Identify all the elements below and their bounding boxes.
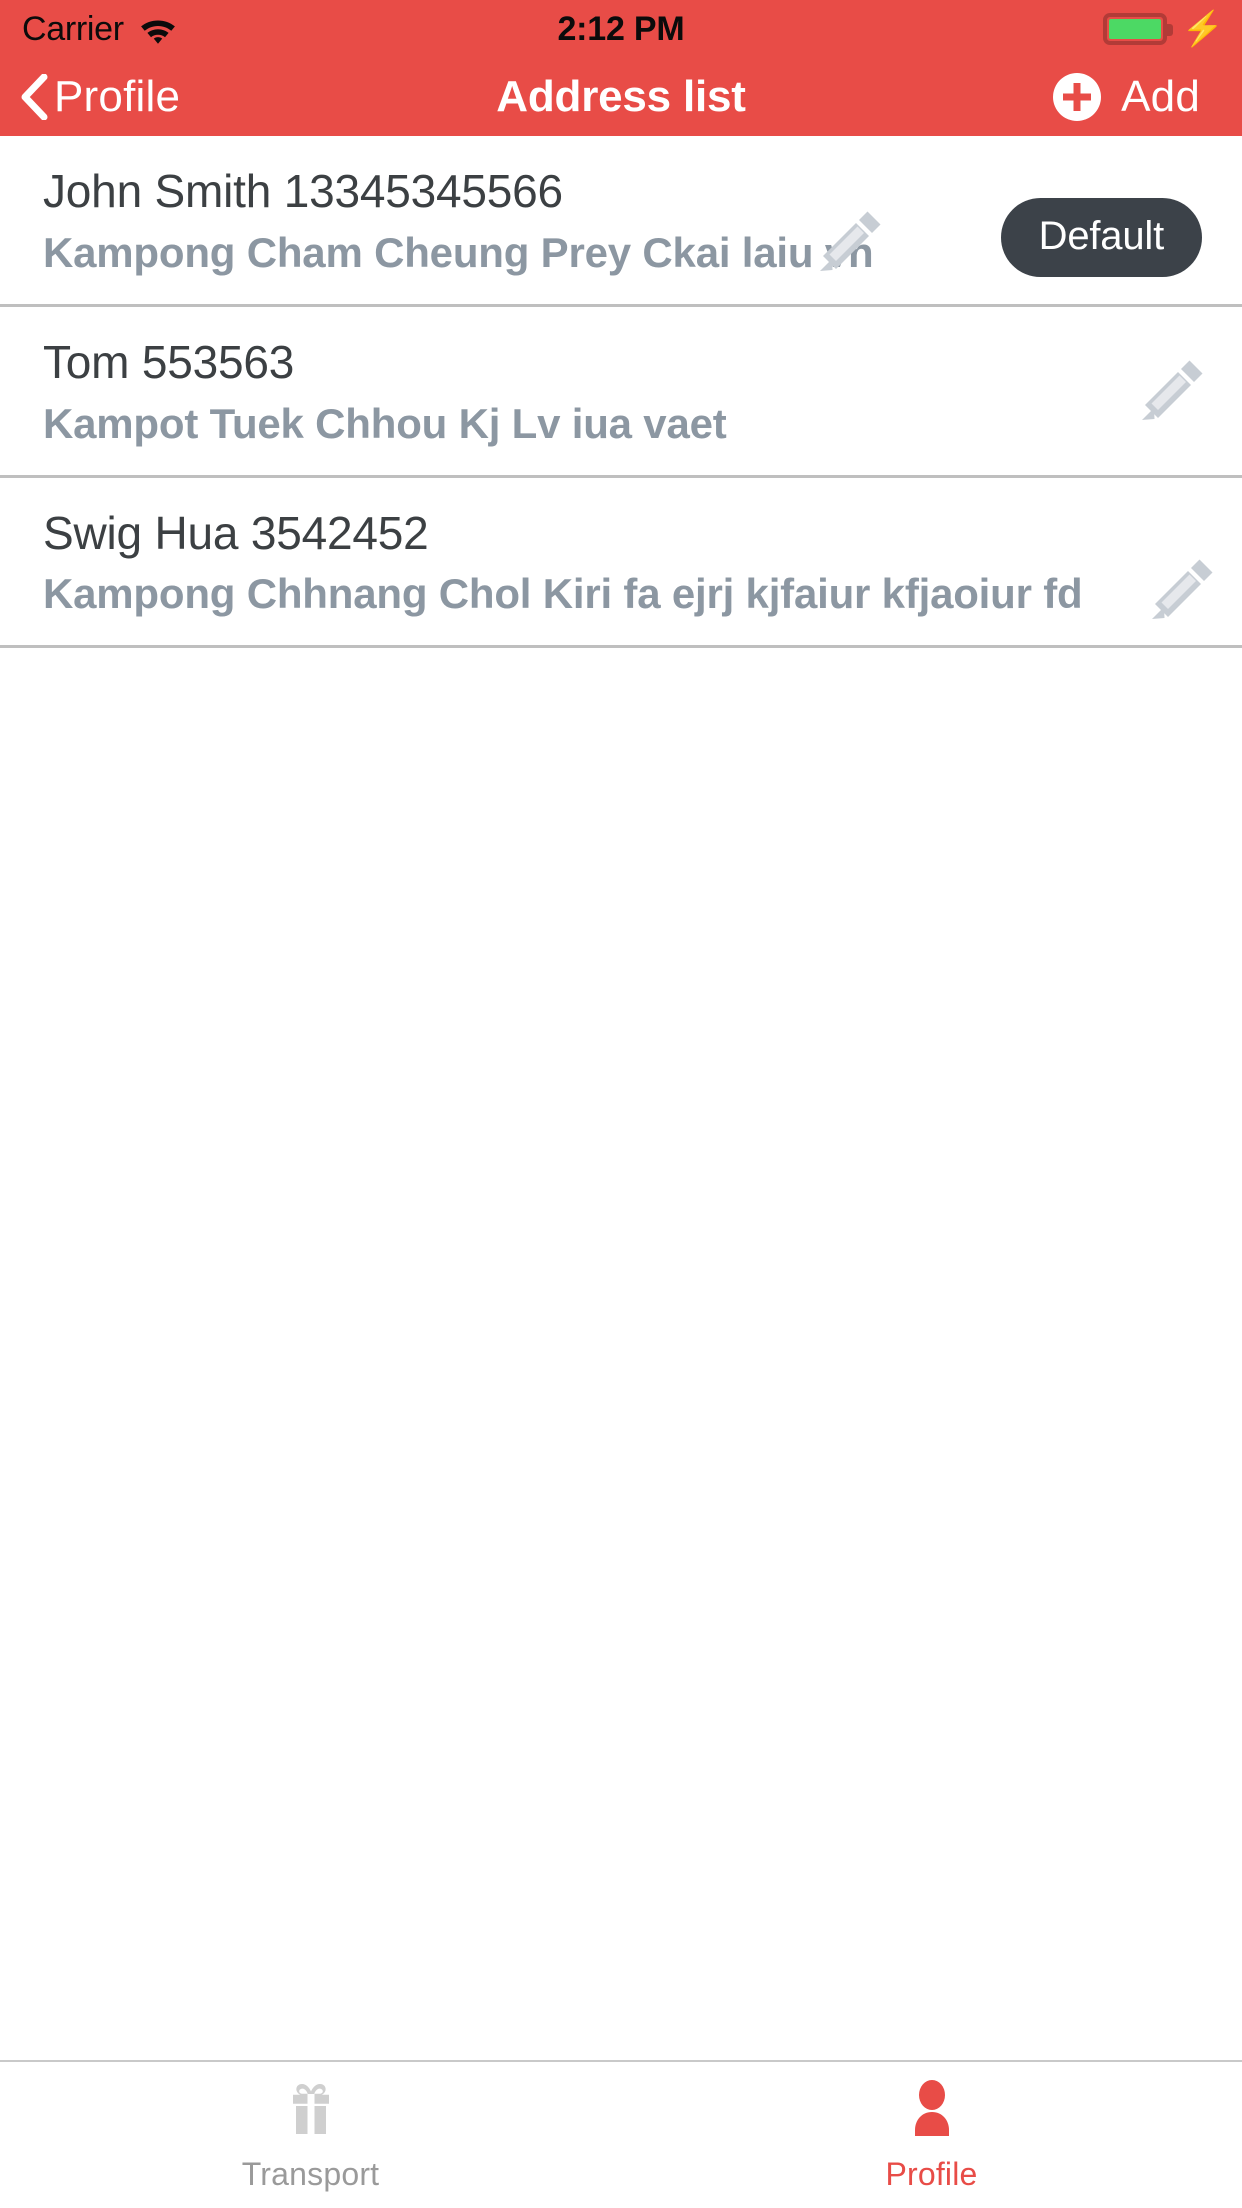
add-address-button[interactable]: Add (1053, 58, 1200, 136)
navigation-bar: Profile Address list Add (0, 58, 1242, 136)
table-row[interactable]: Tom 553563 Kampot Tuek Chhou Kj Lv iua v… (0, 306, 1242, 478)
address-name: Swig Hua 3542452 (43, 506, 429, 559)
plus-circle-icon (1053, 73, 1102, 121)
address-detail: Kampong Cham Cheung Prey Ckai laiu vn (43, 228, 874, 276)
back-button[interactable]: Profile (18, 72, 180, 122)
back-button-label: Profile (54, 72, 181, 121)
pencil-icon[interactable] (816, 204, 888, 276)
pencil-icon[interactable] (1138, 353, 1210, 425)
status-bar-right: ⚡ (1102, 0, 1224, 58)
person-icon (901, 2078, 963, 2140)
tab-transport[interactable]: Transport (0, 2062, 621, 2208)
table-row[interactable]: Swig Hua 3542452 Kampong Chhnang Chol Ki… (0, 477, 1242, 649)
chevron-left-icon (18, 73, 48, 121)
lightning-bolt-icon: ⚡ (1181, 10, 1224, 48)
tab-bar: Transport Profile (0, 2060, 1242, 2208)
gift-icon (280, 2078, 342, 2140)
phone-screen: Carrier 2:12 PM ⚡ Profile Address list A… (0, 0, 1242, 2208)
status-bar: Carrier 2:12 PM ⚡ (0, 0, 1242, 58)
battery-full-icon (1102, 13, 1173, 45)
add-button-label: Add (1121, 72, 1200, 121)
tab-profile-label: Profile (885, 2155, 978, 2192)
address-detail: Kampong Chhnang Chol Kiri fa ejrj kjfaiu… (43, 570, 1083, 618)
address-name: Tom 553563 (43, 335, 295, 388)
address-row-content: Tom 553563 Kampot Tuek Chhou Kj Lv iua v… (0, 333, 1242, 451)
table-row[interactable]: John Smith 13345345566 Kampong Cham Cheu… (0, 136, 1242, 307)
address-detail: Kampot Tuek Chhou Kj Lv iua vaet (43, 399, 727, 447)
tab-profile[interactable]: Profile (621, 2062, 1242, 2208)
pencil-icon[interactable] (1148, 552, 1220, 624)
status-badge[interactable]: Default (1000, 198, 1202, 277)
tab-transport-label: Transport (241, 2155, 380, 2192)
address-list: John Smith 13345345566 Kampong Cham Cheu… (0, 136, 1242, 649)
status-bar-time: 2:12 PM (557, 9, 685, 48)
address-row-content: Swig Hua 3542452 Kampong Chhnang Chol Ki… (0, 504, 1242, 622)
